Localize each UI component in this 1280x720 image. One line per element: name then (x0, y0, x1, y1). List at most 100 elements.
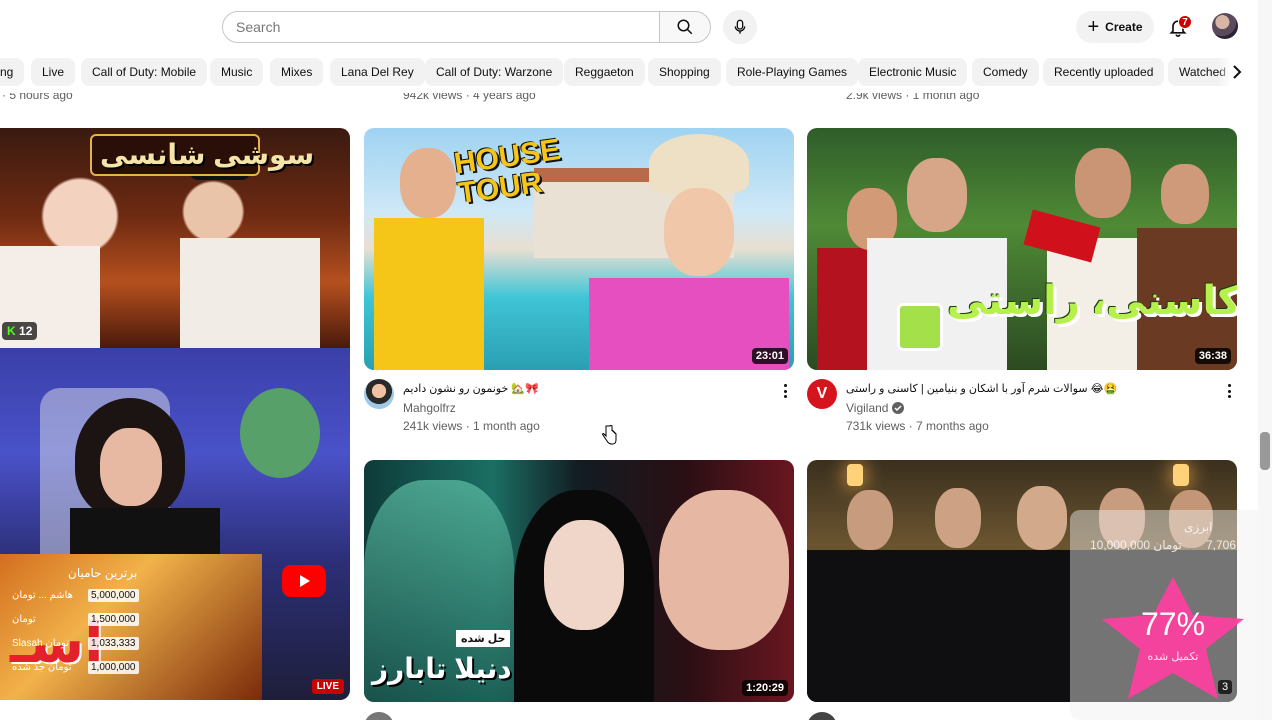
more-options-button[interactable] (1222, 382, 1236, 400)
video-stats: 731k views · 7 months ago (846, 419, 989, 433)
face-shape (935, 488, 981, 548)
face-shape (100, 428, 162, 506)
top-donors-overlay: برترین حامیان هاشم ... تومان 5,000,000 ت… (8, 556, 158, 674)
face-shape (664, 188, 734, 276)
youtube-home: Search + Create 7 ng Live Call of Duty: … (0, 0, 1280, 720)
duration-badge: 36:38 (1194, 348, 1231, 364)
kick-icon: K (7, 324, 16, 338)
video-thumbnail[interactable]: سوشی شانسی K 12 (0, 128, 350, 348)
donor-name: تومان (12, 614, 36, 625)
video-stats: · 5 hours ago (2, 88, 73, 102)
chip[interactable]: Call of Duty: Mobile (81, 58, 208, 86)
face-shape (847, 490, 893, 550)
goal-label: ابرزی (1184, 520, 1213, 534)
voice-search-button[interactable] (723, 10, 757, 44)
video-stats: 2.9k views · 1 month ago (846, 88, 980, 102)
thumbnail-title: دنیلا تابارز (372, 653, 512, 684)
chip[interactable]: Live (31, 58, 76, 86)
channel-name-row[interactable]: Vigiland (846, 401, 905, 415)
donor-amount: 5,000,000 (88, 589, 139, 602)
face-shape (1075, 148, 1131, 218)
chip[interactable]: Lana Del Rey (330, 58, 425, 86)
chip[interactable]: Music (210, 58, 264, 86)
account-avatar[interactable] (1212, 13, 1238, 39)
scrollbar-thumb[interactable] (1260, 432, 1270, 470)
duration-badge: 3 (1218, 680, 1233, 694)
channel-name[interactable]: Mahgolfrz (403, 401, 456, 415)
create-label: Create (1105, 20, 1143, 34)
video-thumbnail[interactable]: کاسنی، راستی 36:38 (807, 128, 1237, 370)
donor-amount: 1,000,000 (88, 661, 139, 674)
face-shape (907, 158, 967, 232)
hand-cursor-icon (602, 425, 617, 445)
category-chips: ng Live Call of Duty: Mobile Music Mixes… (0, 58, 1258, 86)
chip[interactable]: Call of Duty: Warzone (425, 58, 564, 86)
search-icon (677, 19, 693, 35)
plus-icon: + (1087, 16, 1100, 38)
chip[interactable]: ng (0, 58, 25, 86)
scrollbar-track[interactable] (1258, 0, 1272, 720)
chip[interactable]: Electronic Music (858, 58, 968, 86)
youtube-logo-icon (282, 565, 326, 597)
thumbnail-title: سوشی شانسی (100, 139, 315, 170)
create-button[interactable]: + Create (1076, 11, 1154, 43)
search-placeholder: Search (236, 19, 281, 35)
video-title[interactable]: خونمون رو نشون دادیم 🏡🎀 (403, 382, 539, 395)
chip[interactable]: Mixes (270, 58, 324, 86)
donor-amount: 1,500,000 (88, 613, 139, 626)
bucket-hat-shape (649, 134, 749, 194)
yellow-shirt-shape (374, 218, 484, 370)
goal-subtitle: تکمیل شده (1147, 651, 1199, 663)
chip[interactable]: Role-Playing Games (726, 58, 859, 86)
channel-avatar[interactable] (364, 712, 394, 720)
top-bar: Search + Create 7 (0, 0, 1258, 54)
thumbnail-subtitle: حل شده (456, 630, 511, 647)
vigiland-logo-icon: V (816, 385, 828, 402)
chip[interactable]: Reggaeton (564, 58, 645, 86)
video-title[interactable]: سوالات شرم آور با اشکان و بنیامین | کاسن… (846, 382, 1117, 395)
goal-percent: 77% (1140, 606, 1206, 642)
duration-badge: 23:01 (751, 348, 788, 364)
video-stats: 241k views · 1 month ago (403, 419, 540, 433)
face-shape (659, 490, 789, 650)
video-stats: 942k views · 4 years ago (403, 88, 536, 102)
thumbnail-title: کاسنی، راستی (947, 279, 1237, 323)
goal-amount: 10,000,000 تومان (1090, 538, 1182, 552)
lamp-icon (1173, 464, 1189, 486)
chips-next-button[interactable] (1218, 56, 1252, 88)
face-shape (400, 148, 456, 218)
viewers-count: 12 (19, 324, 33, 338)
channel-avatar[interactable] (807, 712, 837, 720)
chip[interactable]: Recently uploaded (1043, 58, 1165, 86)
viewers-badge: K 12 (2, 322, 38, 340)
channel-name: Vigiland (846, 401, 889, 415)
search-input[interactable]: Search (222, 11, 660, 43)
card-shape (1023, 209, 1101, 263)
face-shape (544, 520, 624, 630)
verified-icon (892, 402, 905, 414)
duration-badge: 1:20:29 (742, 680, 788, 696)
plush-toy-shape (240, 388, 320, 478)
channel-avatar[interactable] (364, 379, 394, 409)
chip[interactable]: Shopping (648, 58, 721, 86)
search-button[interactable] (659, 11, 711, 43)
window-edge (1272, 0, 1280, 720)
goal-raised: 7,706 (1206, 538, 1237, 552)
more-options-button[interactable] (778, 382, 792, 400)
donor-amount: 1,033,333 (88, 637, 139, 650)
donor-title: برترین حامیان (68, 566, 138, 580)
lamp-icon (847, 464, 863, 486)
donor-name: Slasah تومان (12, 638, 70, 649)
donor-name: هاشم ... تومان (12, 590, 73, 601)
donor-name: تومان جذ شده (12, 662, 72, 673)
notification-count-badge: 7 (1178, 15, 1192, 29)
microphone-icon (734, 19, 746, 34)
video-thumbnail[interactable]: حل شده دنیلا تابارز 1:20:29 (364, 460, 794, 702)
kimono-shape (180, 238, 320, 348)
chevron-right-icon (1233, 65, 1242, 79)
glass-icon (897, 303, 943, 351)
chip[interactable]: Comedy (972, 58, 1039, 86)
video-thumbnail[interactable]: HOUSE TOUR 23:01 (364, 128, 794, 370)
channel-avatar[interactable]: V (807, 379, 837, 409)
live-badge: LIVE (311, 679, 344, 694)
